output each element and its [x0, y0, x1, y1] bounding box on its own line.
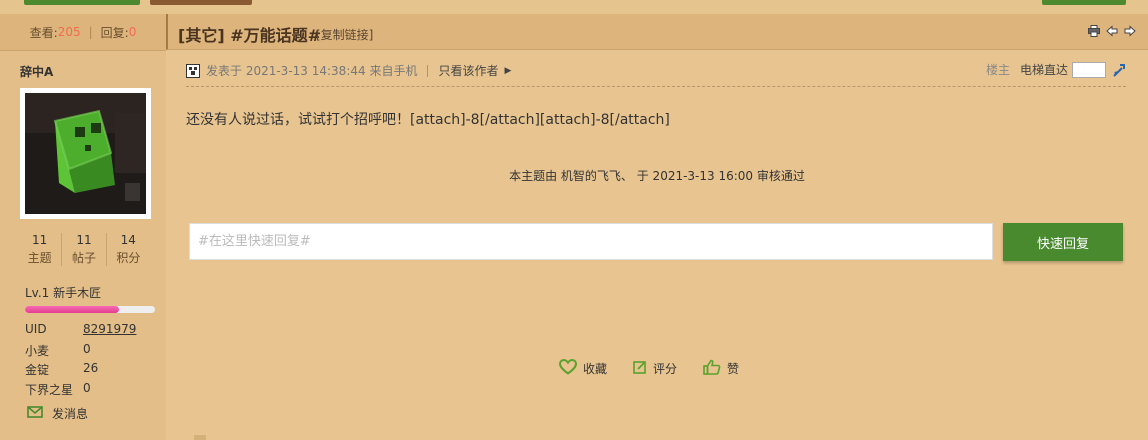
avatar-frame[interactable]	[20, 88, 151, 219]
top-tab-green-right[interactable]	[1042, 0, 1126, 5]
info-row-gold: 金锭 26	[25, 361, 165, 381]
info-value: 0	[83, 380, 91, 395]
heart-icon	[558, 358, 578, 378]
creeper-face-icon	[186, 63, 200, 78]
floor-label: 楼主	[985, 63, 1010, 77]
author-only-link[interactable]: 只看该作者	[438, 62, 498, 79]
author-name[interactable]: 辞中A	[20, 63, 53, 80]
info-key: 小麦	[25, 343, 50, 358]
level-progress-bar	[25, 306, 155, 313]
stat-points[interactable]: 14 积分	[107, 233, 150, 266]
print-icon[interactable]	[1088, 25, 1100, 37]
meta-separator	[186, 86, 1126, 87]
stat-posts-label: 帖子	[71, 251, 96, 265]
top-strip	[0, 0, 1148, 14]
send-message-label: 发消息	[52, 407, 89, 421]
info-row-wheat: 小麦 0	[25, 342, 165, 362]
info-key: UID	[25, 322, 47, 336]
title-bar-icons	[1088, 25, 1136, 37]
author-info: UID 8291979 小麦 0 金锭 26 下界之星 0	[25, 322, 165, 400]
favorite-label: 收藏	[583, 362, 608, 376]
moderation-notice: 本主题由 机智的飞飞、 于 2021-3-13 16:00 审核通过	[509, 169, 805, 183]
stat-posts[interactable]: 11 帖子	[62, 233, 107, 266]
send-message-button[interactable]: 发消息	[27, 405, 88, 422]
uid-link[interactable]: 8291979	[83, 322, 136, 342]
info-row-uid: UID 8291979	[25, 322, 165, 342]
bottom-indicator	[194, 435, 206, 440]
next-thread-icon[interactable]	[1124, 25, 1136, 37]
thread-title: [其它] #万能话题#	[178, 26, 322, 45]
stat-points-label: 积分	[116, 251, 141, 265]
stat-points-value: 14	[120, 233, 136, 247]
rate-button[interactable]: 评分	[633, 360, 677, 377]
floor-jump-input[interactable]	[1072, 61, 1106, 78]
like-button[interactable]: 赞	[703, 359, 739, 378]
author-sidebar: 辞中A 11 主题 11 帖子 14 积分 Lv.1 新手木匠 UID 8291…	[0, 51, 166, 440]
thumbs-up-icon	[703, 359, 721, 378]
top-tab-green-left[interactable]	[24, 0, 140, 5]
user-level: Lv.1 新手木匠	[25, 286, 102, 300]
like-label: 赞	[727, 362, 740, 376]
stat-threads[interactable]: 11 主题	[18, 233, 63, 266]
author-stats: 11 主题 11 帖子 14 积分	[18, 233, 150, 266]
stat-threads-label: 主题	[27, 251, 52, 265]
post-date: 发表于 2021-3-13 14:38:44 来自手机	[206, 64, 418, 78]
stats-separator: |	[88, 25, 93, 39]
meta-divider	[427, 64, 429, 77]
post-main: 发表于 2021-3-13 14:38:44 来自手机 只看该作者 ▶ 楼主 电…	[166, 51, 1148, 440]
floor-controls: 楼主 电梯直达	[986, 61, 1126, 78]
thread-stats-header: 查看: 205 | 回复: 0	[0, 14, 166, 51]
triangle-right-icon: ▶	[504, 65, 512, 76]
previous-thread-icon[interactable]	[1106, 25, 1118, 37]
post-content: 还没有人说过话，试试打个招呼吧！[attach]-8[/attach][atta…	[186, 112, 670, 128]
info-value: 26	[83, 361, 99, 375]
replies-count: 0	[128, 25, 137, 39]
post-actions: 收藏 评分 赞	[558, 358, 765, 378]
avatar[interactable]	[25, 93, 146, 214]
views-label: 查看:	[29, 25, 58, 40]
stat-posts-value: 11	[76, 233, 92, 247]
info-value: 0	[83, 341, 91, 356]
post-meta: 发表于 2021-3-13 14:38:44 来自手机 只看该作者 ▶	[186, 62, 511, 79]
jump-go-icon[interactable]	[1112, 63, 1126, 77]
favorite-button[interactable]: 收藏	[558, 358, 608, 378]
quick-reply-input[interactable]	[189, 223, 993, 260]
level-progress-fill	[25, 306, 119, 313]
copy-link-button[interactable]: [复制链接]	[316, 26, 373, 43]
quick-reply-button[interactable]: 快速回复	[1003, 223, 1123, 261]
stat-threads-value: 11	[32, 233, 48, 247]
info-key: 金锭	[25, 363, 50, 377]
views-count: 205	[57, 25, 81, 39]
replies-label: 回复:	[100, 25, 129, 40]
rate-label: 评分	[653, 362, 678, 376]
edit-rate-icon	[633, 360, 647, 377]
envelope-icon	[27, 406, 43, 421]
thread-title-bar: [其它] #万能话题# [复制链接]	[166, 14, 1148, 50]
info-key: 下界之星	[25, 382, 74, 397]
jump-label: 电梯直达	[1019, 63, 1068, 77]
info-row-nether-star: 下界之星 0	[25, 381, 165, 401]
top-tab-brown[interactable]	[150, 0, 252, 5]
